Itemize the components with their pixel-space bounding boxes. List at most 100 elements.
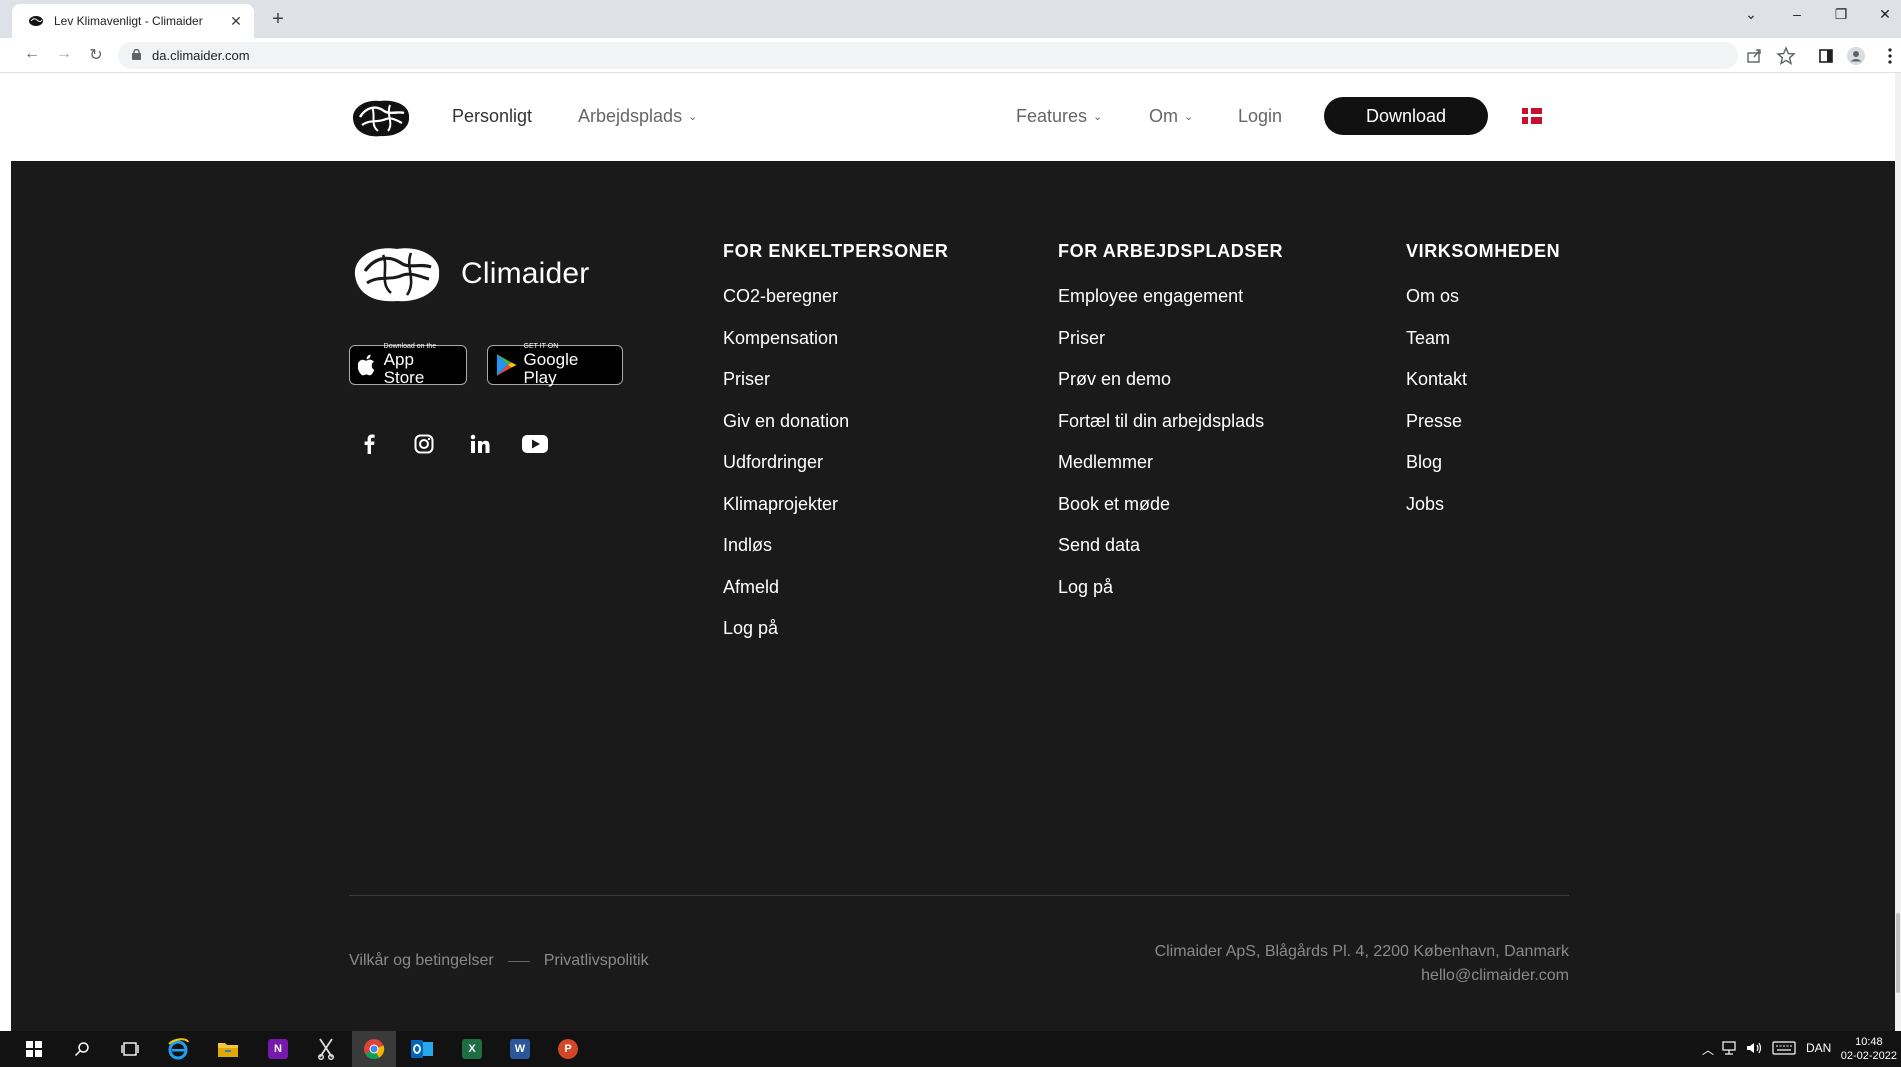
tray-overflow-icon[interactable]: ︿ bbox=[1702, 1041, 1714, 1058]
footer-link[interactable]: Log på bbox=[1058, 576, 1283, 599]
footer-link[interactable]: Indløs bbox=[723, 534, 948, 557]
apple-icon bbox=[358, 354, 375, 376]
footer-link[interactable]: CO2-beregner bbox=[723, 285, 948, 308]
youtube-icon[interactable] bbox=[520, 429, 550, 459]
app-store-big: App Store bbox=[383, 350, 425, 387]
restore-button[interactable]: ❐ bbox=[1826, 6, 1856, 23]
google-play-big: Google Play bbox=[523, 350, 579, 387]
minimize-button[interactable]: – bbox=[1782, 6, 1812, 22]
task-view-icon[interactable] bbox=[118, 1037, 142, 1061]
menu-dots-icon[interactable] bbox=[1880, 46, 1900, 66]
windows-taskbar: N X W P ︿ DAN 10:48 02-02-2022 bbox=[0, 1031, 1901, 1067]
scrollbar-thumb[interactable] bbox=[1896, 913, 1900, 993]
terms-link[interactable]: Vilkår og betingelser bbox=[349, 952, 494, 970]
footer-link[interactable]: Employee engagement bbox=[1058, 285, 1283, 308]
page-scrollbar[interactable] bbox=[1895, 73, 1901, 1031]
keyboard-icon[interactable] bbox=[1772, 1041, 1796, 1055]
footer-link[interactable]: Jobs bbox=[1406, 493, 1560, 516]
bookmark-star-icon[interactable] bbox=[1776, 46, 1796, 66]
footer-divider bbox=[349, 895, 1569, 896]
footer-link[interactable]: Blog bbox=[1406, 451, 1560, 474]
column-heading: VIRKSOMHEDEN bbox=[1406, 241, 1561, 261]
google-play-badge[interactable]: GET IT ON Google Play bbox=[487, 343, 623, 387]
tab-search-icon[interactable]: ⌄ bbox=[1736, 6, 1766, 23]
reload-button[interactable]: ↻ bbox=[85, 45, 107, 65]
nav-om[interactable]: Om ⌄ bbox=[1149, 106, 1193, 127]
chevron-down-icon: ⌄ bbox=[688, 111, 698, 123]
side-panel-icon[interactable] bbox=[1816, 46, 1836, 66]
footer-link[interactable]: Prøv en demo bbox=[1058, 368, 1283, 391]
footer-link[interactable]: Kompensation bbox=[723, 327, 948, 350]
powerpoint-icon[interactable]: P bbox=[558, 1039, 578, 1059]
new-tab-button[interactable]: + bbox=[266, 8, 290, 30]
footer-link[interactable]: Kontakt bbox=[1406, 368, 1560, 391]
tab-close-icon[interactable]: ✕ bbox=[228, 13, 244, 30]
footer-link[interactable]: Priser bbox=[1058, 327, 1283, 350]
browser-tab[interactable]: Lev Klimavenligt - Climaider ✕ bbox=[12, 4, 254, 38]
climaider-logo-icon bbox=[354, 248, 440, 302]
windows-start-icon[interactable] bbox=[22, 1037, 46, 1061]
footer-link[interactable]: Presse bbox=[1406, 410, 1560, 433]
address-text: Climaider ApS, Blågårds Pl. 4, 2200 Købe… bbox=[1154, 943, 1569, 960]
danish-flag-icon[interactable] bbox=[1522, 108, 1542, 124]
close-window-button[interactable]: ✕ bbox=[1870, 6, 1900, 23]
nav-arbejdsplads-label: Arbejdsplads bbox=[578, 106, 683, 126]
chevron-down-icon: ⌄ bbox=[1184, 111, 1194, 123]
footer-link[interactable]: Udfordringer bbox=[723, 451, 948, 474]
footer-link[interactable]: Send data bbox=[1058, 534, 1283, 557]
footer-link[interactable]: Priser bbox=[723, 368, 948, 391]
footer-brand[interactable]: Climaider bbox=[349, 241, 590, 307]
download-button[interactable]: Download bbox=[1324, 97, 1488, 135]
legal-links: Vilkår og betingelser Privatlivspolitik bbox=[349, 952, 649, 970]
snipping-tool-icon[interactable] bbox=[314, 1037, 338, 1061]
footer-link[interactable]: Book et møde bbox=[1058, 493, 1283, 516]
footer-link[interactable]: Giv en donation bbox=[723, 410, 948, 433]
address-bar[interactable]: da.climaider.com bbox=[118, 42, 1738, 69]
word-icon[interactable]: W bbox=[510, 1039, 530, 1059]
forward-button[interactable]: → bbox=[53, 45, 75, 63]
back-button[interactable]: ← bbox=[21, 45, 43, 63]
nav-personligt[interactable]: Personligt bbox=[452, 106, 532, 127]
nav-features[interactable]: Features ⌄ bbox=[1016, 106, 1102, 127]
url-text: da.climaider.com bbox=[152, 48, 250, 63]
volume-icon[interactable] bbox=[1746, 1041, 1764, 1055]
google-play-icon bbox=[496, 354, 517, 376]
facebook-icon[interactable] bbox=[354, 429, 384, 459]
footer-link[interactable]: Medlemmer bbox=[1058, 451, 1283, 474]
nav-features-label: Features bbox=[1016, 106, 1088, 126]
footer-link[interactable]: Klimaprojekter bbox=[723, 493, 948, 516]
footer-link[interactable]: Log på bbox=[723, 617, 948, 640]
privacy-link[interactable]: Privatlivspolitik bbox=[544, 952, 649, 970]
footer-link[interactable]: Om os bbox=[1406, 285, 1560, 308]
column-heading: FOR ARBEJDSPLADSER bbox=[1058, 241, 1284, 261]
network-icon[interactable] bbox=[1722, 1041, 1740, 1055]
instagram-icon[interactable] bbox=[409, 429, 439, 459]
chrome-icon[interactable] bbox=[362, 1037, 386, 1061]
clock-time: 10:48 bbox=[1855, 1036, 1883, 1048]
file-explorer-icon[interactable] bbox=[216, 1037, 240, 1061]
chevron-down-icon: ⌄ bbox=[1093, 111, 1103, 123]
system-clock[interactable]: 10:48 02-02-2022 bbox=[1841, 1035, 1897, 1063]
outlook-icon[interactable] bbox=[410, 1037, 434, 1061]
input-language[interactable]: DAN bbox=[1806, 1041, 1831, 1055]
onenote-icon[interactable]: N bbox=[268, 1039, 288, 1059]
email-link[interactable]: hello@climaider.com bbox=[1155, 964, 1569, 988]
climaider-logo-icon[interactable] bbox=[348, 95, 414, 141]
search-icon[interactable] bbox=[70, 1037, 94, 1061]
company-address: Climaider ApS, Blågårds Pl. 4, 2200 Købe… bbox=[1155, 940, 1569, 988]
internet-explorer-icon[interactable] bbox=[166, 1037, 190, 1061]
linkedin-icon[interactable] bbox=[465, 429, 495, 459]
clock-date: 02-02-2022 bbox=[1840, 1050, 1897, 1062]
app-store-badge[interactable]: Download on the App Store bbox=[349, 343, 467, 387]
nav-login[interactable]: Login bbox=[1238, 106, 1282, 127]
lock-icon bbox=[132, 49, 141, 60]
share-icon[interactable] bbox=[1744, 46, 1764, 66]
legal-separator bbox=[507, 960, 530, 962]
browser-tab-strip: Lev Klimavenligt - Climaider ✕ + ⌄ – ❐ ✕ bbox=[0, 0, 1901, 38]
footer-link[interactable]: Afmeld bbox=[723, 576, 948, 599]
excel-icon[interactable]: X bbox=[462, 1039, 482, 1059]
profile-avatar-icon[interactable] bbox=[1846, 46, 1866, 66]
footer-link[interactable]: Team bbox=[1406, 327, 1560, 350]
footer-link[interactable]: Fortæl til din arbejdsplads bbox=[1058, 410, 1283, 433]
nav-arbejdsplads[interactable]: Arbejdsplads ⌄ bbox=[578, 106, 697, 127]
